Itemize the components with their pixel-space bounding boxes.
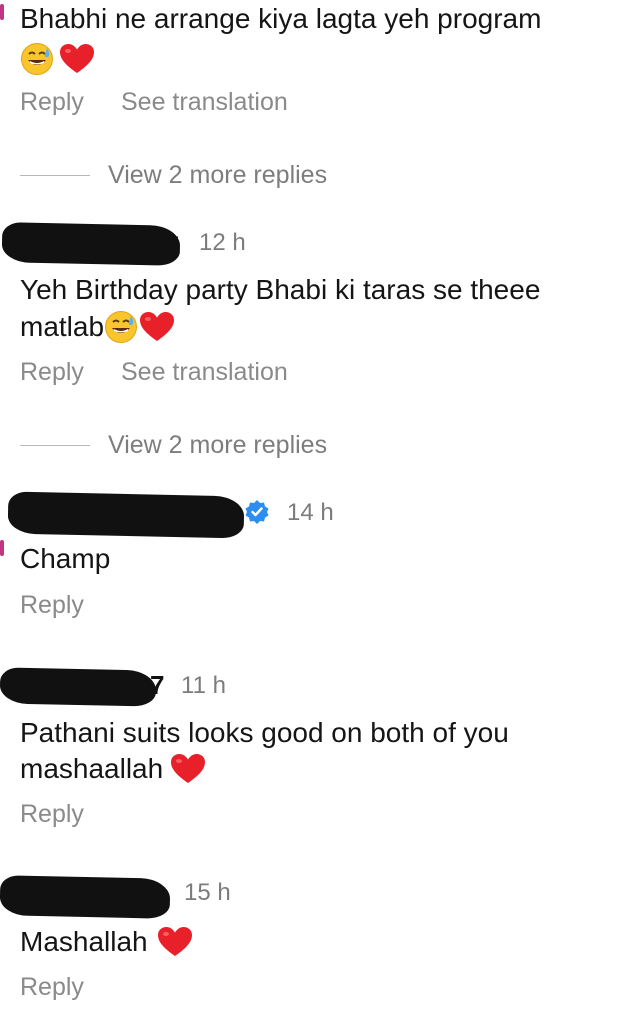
reply-button[interactable]: Reply	[20, 358, 84, 387]
avatar-ring-edge[interactable]	[0, 4, 4, 20]
reply-button[interactable]: Reply	[20, 591, 84, 620]
grinning-sweat-emoji	[21, 43, 53, 75]
comment-text: Yeh Birthday party Bhabi ki taras se the…	[20, 274, 541, 305]
view-more-divider	[20, 175, 90, 176]
redacted-username	[1, 222, 181, 266]
comment-time: 11 h	[181, 672, 226, 699]
redacted-username	[0, 667, 157, 707]
comment-text-line: Mashallah	[20, 925, 194, 959]
username-tail[interactable]: 170	[198, 497, 241, 528]
comment-text: Mashallah	[20, 926, 148, 957]
username-tail[interactable]: 7	[150, 670, 164, 701]
comment-time: 12 h	[199, 229, 246, 256]
verified-badge-icon	[245, 500, 269, 524]
reply-button[interactable]: Reply	[20, 973, 84, 1002]
view-more-label: View 2 more replies	[108, 431, 328, 459]
see-translation-button[interactable]: See translation	[121, 88, 288, 117]
comment-text-line-2: matlab	[20, 310, 176, 344]
comment-text: Pathani suits looks good on both of you	[20, 717, 509, 748]
grinning-sweat-emoji	[105, 311, 138, 343]
avatar-ring-edge[interactable]	[0, 540, 4, 556]
view-more-divider	[20, 445, 90, 446]
comment-text-line-2: mashaallah	[20, 752, 207, 786]
red-heart-emoji	[140, 312, 175, 341]
comment-text: Champ	[20, 543, 111, 574]
red-heart-emoji	[157, 927, 192, 956]
view-more-replies[interactable]: View 2 more replies	[20, 431, 327, 460]
username-tail[interactable]: y	[164, 226, 178, 257]
see-translation-button[interactable]: See translation	[121, 358, 288, 387]
view-more-label: View 2 more replies	[108, 161, 328, 189]
comment-emojis	[20, 42, 96, 76]
comment-time: 15 h	[184, 879, 231, 906]
reply-button[interactable]: Reply	[20, 88, 84, 117]
reply-button[interactable]: Reply	[20, 800, 84, 829]
comment-text-continued: mashaallah	[20, 753, 164, 784]
view-more-replies[interactable]: View 2 more replies	[20, 161, 327, 190]
red-heart-emoji	[171, 754, 206, 783]
comment-text-continued: matlab	[20, 311, 105, 342]
comment-time: 14 h	[287, 499, 334, 526]
red-heart-emoji	[60, 44, 95, 73]
redacted-username	[0, 875, 171, 919]
comment-text: Bhabhi ne arrange kiya lagta yeh program	[20, 3, 542, 34]
